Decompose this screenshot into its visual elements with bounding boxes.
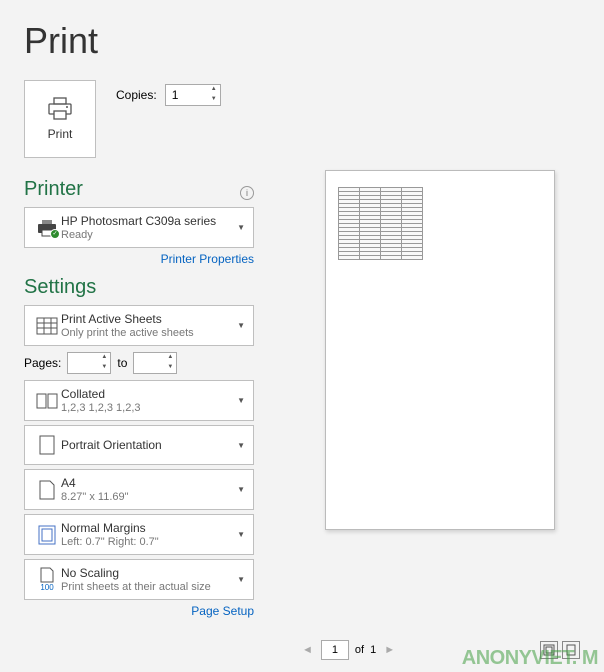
page-title: Print [24, 20, 580, 62]
pages-from-input[interactable]: ▲▼ [67, 352, 111, 374]
copies-input[interactable]: 1 ▲▼ [165, 84, 221, 106]
print-button[interactable]: Print [24, 80, 96, 158]
page-setup-link[interactable]: Page Setup [24, 604, 254, 618]
watermark: ANONYVIET. M [462, 647, 598, 670]
print-preview [300, 170, 580, 530]
chevron-down-icon: ▼ [231, 575, 245, 584]
current-page-input[interactable] [321, 640, 349, 660]
printer-heading: Printer [24, 178, 83, 201]
portrait-icon [39, 435, 55, 455]
pages-label: Pages: [24, 356, 61, 370]
orientation-select[interactable]: Portrait Orientation ▼ [24, 425, 254, 465]
printer-select[interactable]: ✓ HP Photosmart C309a series Ready ▼ [24, 207, 254, 248]
of-label: of [355, 644, 364, 656]
status-ok-icon: ✓ [50, 229, 60, 239]
settings-heading: Settings [24, 276, 254, 299]
collation-select[interactable]: Collated 1,2,3 1,2,3 1,2,3 ▼ [24, 380, 254, 421]
info-icon[interactable]: i [240, 186, 254, 200]
sheets-icon [36, 317, 58, 335]
chevron-down-icon: ▼ [231, 396, 245, 405]
scaling-select[interactable]: 100 No Scaling Print sheets at their act… [24, 559, 254, 600]
printer-properties-link[interactable]: Printer Properties [24, 252, 254, 266]
chevron-down-icon: ▼ [231, 530, 245, 539]
chevron-down-icon: ▼ [231, 321, 245, 330]
total-pages: 1 [370, 644, 376, 656]
margins-icon [38, 525, 56, 545]
preview-page [325, 170, 555, 530]
spin-down-icon[interactable]: ▼ [208, 95, 220, 105]
collated-icon [36, 393, 58, 409]
copies-label: Copies: [116, 88, 157, 102]
print-area-select[interactable]: Print Active Sheets Only print the activ… [24, 305, 254, 346]
spin-up-icon[interactable]: ▲ [208, 85, 220, 95]
prev-page-button[interactable]: ◄ [300, 642, 315, 658]
next-page-button[interactable]: ► [382, 642, 397, 658]
chevron-down-icon: ▼ [231, 223, 245, 232]
page-icon [39, 480, 55, 500]
chevron-down-icon: ▼ [231, 485, 245, 494]
printer-icon [46, 97, 74, 121]
preview-content [338, 187, 423, 260]
pages-to-label: to [117, 356, 127, 370]
chevron-down-icon: ▼ [231, 441, 245, 450]
pages-to-input[interactable]: ▲▼ [133, 352, 177, 374]
paper-size-select[interactable]: A4 8.27" x 11.69" ▼ [24, 469, 254, 510]
margins-select[interactable]: Normal Margins Left: 0.7" Right: 0.7" ▼ [24, 514, 254, 555]
scaling-icon [40, 567, 54, 583]
